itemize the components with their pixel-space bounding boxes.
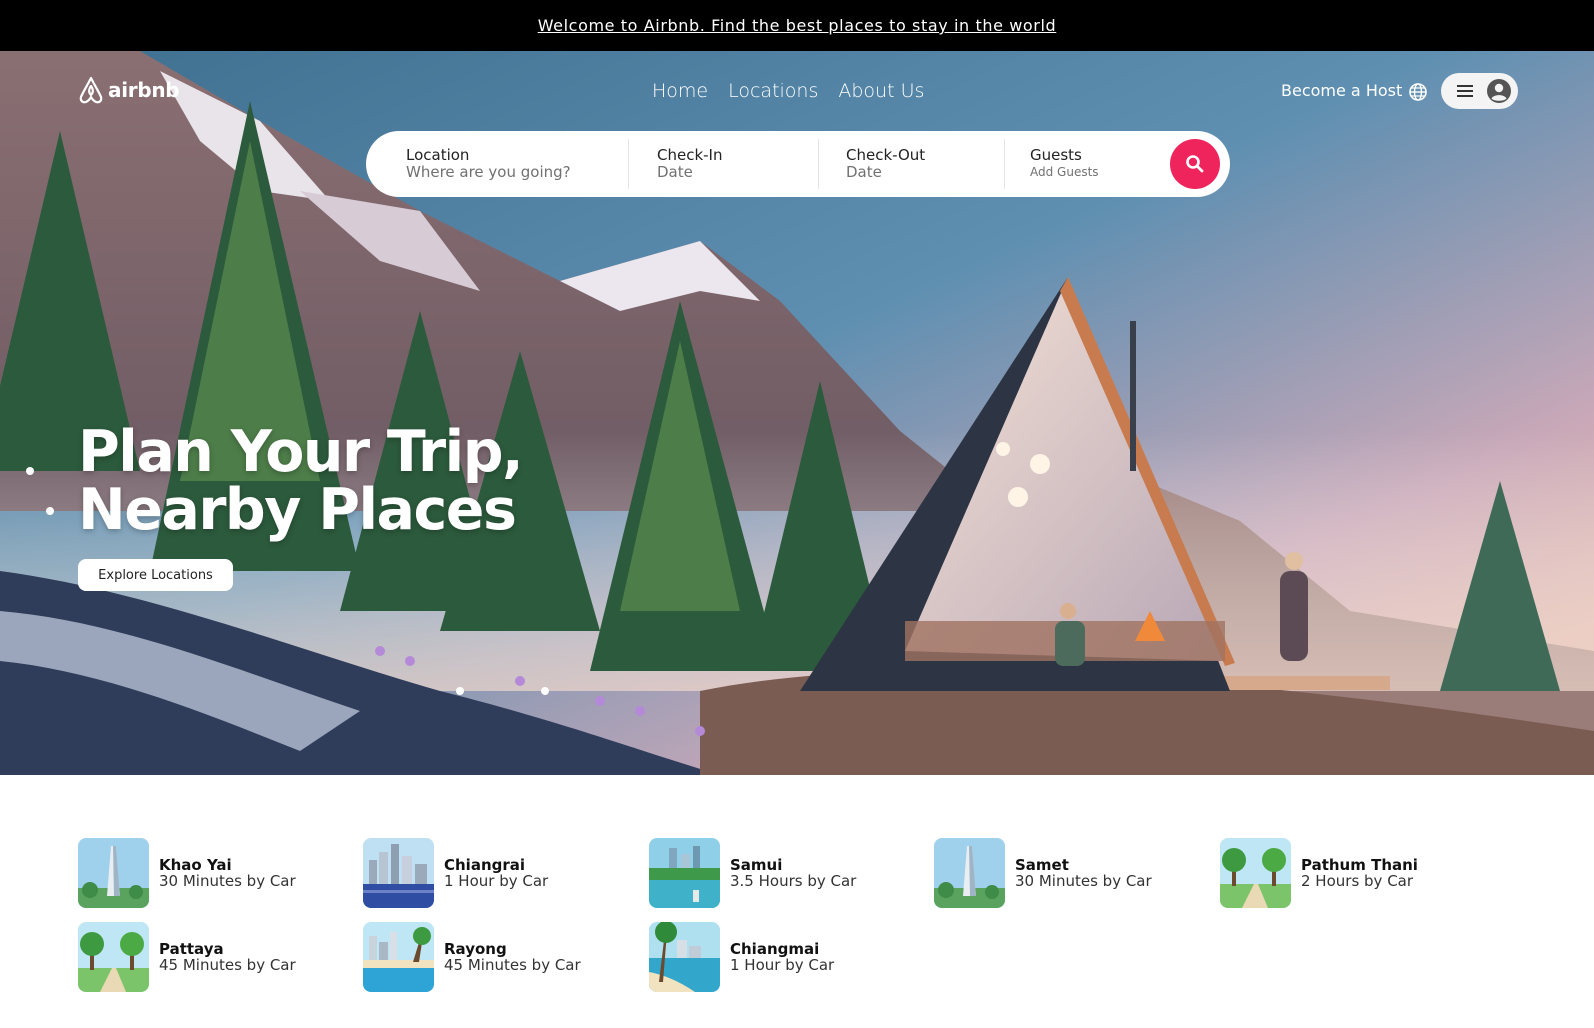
place-drive-time: 30 Minutes by Car xyxy=(159,871,296,890)
place-drive-time: 30 Minutes by Car xyxy=(1015,871,1152,890)
search-bar: Location Where are you going? Check-In D… xyxy=(366,131,1230,197)
checkout-label: Check-Out xyxy=(846,146,926,164)
user-menu-button[interactable] xyxy=(1441,73,1518,109)
place-thumbnail xyxy=(649,922,720,992)
place-name: Pattaya xyxy=(159,939,224,958)
location-placeholder: Where are you going? xyxy=(406,163,571,181)
explore-locations-button[interactable]: Explore Locations xyxy=(78,559,233,591)
place-card-samet[interactable]: Samet 30 Minutes by Car xyxy=(934,838,1152,908)
place-drive-time: 45 Minutes by Car xyxy=(444,955,581,974)
search-divider xyxy=(818,139,819,189)
checkin-label: Check-In xyxy=(657,146,723,164)
place-name: Pathum Thani xyxy=(1301,855,1418,874)
place-thumbnail xyxy=(649,838,720,908)
place-card-chiangrai[interactable]: Chiangrai 1 Hour by Car xyxy=(363,838,548,908)
place-thumbnail xyxy=(363,838,434,908)
checkout-placeholder: Date xyxy=(846,163,882,181)
search-divider xyxy=(628,139,629,189)
guests-field[interactable]: Guests Add Guests xyxy=(1030,147,1099,181)
nav-about-us[interactable]: About Us xyxy=(838,80,924,102)
nav-locations[interactable]: Locations xyxy=(728,80,818,102)
place-name: Chiangmai xyxy=(730,939,820,958)
nav-home[interactable]: Home xyxy=(652,80,708,102)
search-icon xyxy=(1186,155,1204,173)
airbnb-logo-icon xyxy=(79,76,103,104)
location-field[interactable]: Location Where are you going? xyxy=(406,147,571,181)
globe-icon[interactable] xyxy=(1408,82,1428,102)
guests-label: Guests xyxy=(1030,146,1082,164)
user-circle-icon xyxy=(1487,79,1511,103)
place-card-rayong[interactable]: Rayong 45 Minutes by Car xyxy=(363,922,581,992)
place-card-khao-yai[interactable]: Khao Yai 30 Minutes by Car xyxy=(78,838,296,908)
hero-section: airbnb Home Locations About Us Become a … xyxy=(0,51,1594,775)
place-name: Rayong xyxy=(444,939,507,958)
place-drive-time: 3.5 Hours by Car xyxy=(730,871,857,890)
place-thumbnail xyxy=(363,922,434,992)
place-thumbnail xyxy=(1220,838,1291,908)
place-name: Chiangrai xyxy=(444,855,526,874)
hamburger-icon xyxy=(1457,85,1473,97)
place-drive-time: 1 Hour by Car xyxy=(730,955,835,974)
place-thumbnail xyxy=(78,922,149,992)
main-nav: Home Locations About Us xyxy=(652,80,924,102)
hero-headline-line2: Nearby Places xyxy=(78,477,517,543)
place-card-pathum-thani[interactable]: Pathum Thani 2 Hours by Car xyxy=(1220,838,1418,908)
guests-placeholder: Add Guests xyxy=(1030,165,1099,179)
place-drive-time: 2 Hours by Car xyxy=(1301,871,1414,890)
place-name: Khao Yai xyxy=(159,855,232,874)
hero-headline: Plan Your Trip, Nearby Places xyxy=(78,419,524,543)
place-thumbnail xyxy=(78,838,149,908)
place-thumbnail xyxy=(934,838,1005,908)
place-drive-time: 45 Minutes by Car xyxy=(159,955,296,974)
checkin-field[interactable]: Check-In Date xyxy=(657,147,723,181)
nearby-places-grid: Khao Yai 30 Minutes by Car Chiangrai 1 H… xyxy=(78,838,1518,998)
become-a-host-link[interactable]: Become a Host xyxy=(1281,81,1402,100)
announcement-bar: Welcome to Airbnb. Find the best places … xyxy=(0,0,1594,51)
place-card-pattaya[interactable]: Pattaya 45 Minutes by Car xyxy=(78,922,296,992)
place-name: Samet xyxy=(1015,855,1069,874)
search-button[interactable] xyxy=(1170,139,1220,189)
place-drive-time: 1 Hour by Car xyxy=(444,871,549,890)
checkin-placeholder: Date xyxy=(657,163,693,181)
airbnb-logo[interactable]: airbnb xyxy=(78,76,180,104)
announcement-link[interactable]: Welcome to Airbnb. Find the best places … xyxy=(538,16,1057,35)
brand-wordmark: airbnb xyxy=(108,78,180,102)
location-label: Location xyxy=(406,146,470,164)
place-card-samui[interactable]: Samui 3.5 Hours by Car xyxy=(649,838,856,908)
place-name: Samui xyxy=(730,855,783,874)
place-card-chiangmai[interactable]: Chiangmai 1 Hour by Car xyxy=(649,922,834,992)
hero-headline-line1: Plan Your Trip, xyxy=(78,419,524,485)
checkout-field[interactable]: Check-Out Date xyxy=(846,147,925,181)
search-divider xyxy=(1004,139,1005,189)
